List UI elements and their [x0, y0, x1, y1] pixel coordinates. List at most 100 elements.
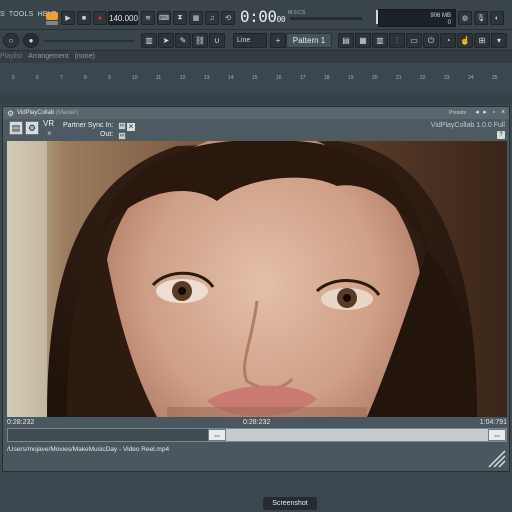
- arrangement-selector[interactable]: Arrangement: [28, 53, 68, 60]
- ruler-tick: 15: [252, 75, 258, 81]
- link-icon: ∞: [119, 133, 125, 139]
- online-button[interactable]: ◍: [458, 11, 472, 25]
- channel-rack-button[interactable]: ▦: [355, 33, 371, 48]
- rack-icon: ▦: [359, 36, 367, 45]
- plugin-title: VidPlayCollab: [17, 110, 55, 116]
- resize-grip-icon[interactable]: [487, 449, 507, 469]
- version-label: VidPlayCollab 1.0.0 Full: [430, 122, 505, 129]
- mixer-icon: ⫶: [396, 35, 398, 45]
- snap-dropdown[interactable]: Line: [233, 33, 267, 48]
- pattern-song-indicator: [46, 21, 58, 25]
- timeline-played-region: [8, 429, 226, 441]
- search-button[interactable]: ○: [3, 33, 19, 48]
- presets-menu[interactable]: Presets: [449, 107, 466, 119]
- ruler-tick: 9: [108, 75, 111, 81]
- document-icon: ▤: [11, 123, 21, 133]
- paint-tool-button[interactable]: ✎: [175, 33, 191, 48]
- vr-close-icon[interactable]: ×: [47, 129, 52, 138]
- ruler-tick: 8: [84, 75, 87, 81]
- polyphony-count: 0: [447, 20, 451, 26]
- help-button[interactable]: ?: [497, 131, 505, 139]
- snap-value: Line: [237, 37, 251, 44]
- master-pitch-slider[interactable]: [44, 40, 134, 42]
- pattern-song-toggle[interactable]: [46, 12, 58, 20]
- draw-tool-button[interactable]: ➤: [158, 33, 174, 48]
- countdown-button[interactable]: ⧗: [173, 11, 187, 25]
- plus-icon: +: [275, 36, 281, 45]
- vr-toggle[interactable]: VR: [43, 120, 54, 128]
- ruler-tick: 6: [36, 75, 39, 81]
- timeline-track[interactable]: ⇔ ⇔: [7, 428, 507, 442]
- timeline-current: 0:28:232: [243, 419, 271, 426]
- secondary-toolbar: ○ ● ▥ ➤ ✎ ⛓ ∪ Line + Pattern 1 ▤ ▦ ▥ ⫶ ▭…: [0, 30, 512, 51]
- menu-prefix[interactable]: S: [0, 11, 5, 18]
- ruler-tick: 5: [12, 75, 15, 81]
- clear-sync-button[interactable]: ×: [126, 122, 136, 132]
- add-pattern-button[interactable]: +: [270, 33, 286, 48]
- link-icon: ⛓: [194, 36, 206, 45]
- audio-button[interactable]: ◐: [490, 11, 504, 25]
- main-toolbar: STOOLSHELP ▶ ■ ● 140.000 ≋ ⌨ ⧗ ▦ ♫ ⟲ 0:0…: [0, 0, 512, 30]
- touch-controller-button[interactable]: ☝: [457, 33, 473, 48]
- video-frame[interactable]: [7, 141, 507, 417]
- ruler-tick: 10: [132, 75, 138, 81]
- menu-tools[interactable]: TOOLS: [9, 11, 34, 18]
- bulb-icon: ◔: [445, 36, 451, 45]
- playlist-track-lane[interactable]: [0, 93, 512, 105]
- prev-preset-icon[interactable]: ◂: [473, 109, 481, 117]
- ruler-tick: 24: [468, 75, 474, 81]
- file-path: /Users/mojave/Movies/MakeMusicDay - Vide…: [7, 446, 170, 453]
- file-button[interactable]: ▤: [9, 121, 23, 135]
- ruler-tick: 20: [372, 75, 378, 81]
- out-label: Out:: [100, 131, 114, 138]
- minimize-icon[interactable]: ▫: [490, 109, 498, 117]
- metronome-button[interactable]: ≋: [141, 11, 155, 25]
- master-level-meter: [290, 17, 362, 20]
- end-handle[interactable]: ⇔: [488, 429, 506, 441]
- tempo-display[interactable]: 140.000: [108, 11, 138, 25]
- blend-notes-button[interactable]: ♫: [205, 11, 219, 25]
- mic-button[interactable]: 🎙: [474, 11, 488, 25]
- sync-out-button[interactable]: ∞: [118, 132, 126, 140]
- magnet-button[interactable]: ∪: [209, 33, 225, 48]
- playhead-handle[interactable]: ⇔: [208, 429, 226, 441]
- timeline-end: 1:04:791: [479, 419, 507, 426]
- settings-button[interactable]: ⚙: [25, 121, 39, 135]
- ruler-tick: 17: [300, 75, 306, 81]
- play-button[interactable]: ▶: [61, 11, 75, 25]
- link-tool-button[interactable]: ⛓: [192, 33, 208, 48]
- master-volume-knob[interactable]: ●: [23, 33, 39, 48]
- sync-in-button[interactable]: ∞: [118, 122, 126, 130]
- time-main: 0:00: [240, 7, 277, 26]
- window-title: VidPlayCollab (Master): [17, 107, 78, 119]
- wait-input-button[interactable]: ⌨: [157, 11, 171, 25]
- tempo-tapper-button[interactable]: ◔: [440, 33, 456, 48]
- mixer-button[interactable]: ⫶: [389, 33, 405, 48]
- record-button[interactable]: ●: [93, 11, 107, 25]
- record-icon: ●: [97, 14, 103, 22]
- next-preset-icon[interactable]: ▸: [481, 109, 489, 117]
- more-button[interactable]: ▾: [491, 33, 507, 48]
- close-icon[interactable]: ×: [499, 109, 507, 117]
- ui-scale-button[interactable]: ⊞: [474, 33, 490, 48]
- input-icon: ⌨: [158, 15, 170, 22]
- step-icon: ▦: [192, 15, 200, 22]
- loop-record-button[interactable]: ⟲: [221, 11, 235, 25]
- song-time-display[interactable]: 0:0000: [240, 7, 286, 26]
- timeline-start: 0:28:232: [7, 419, 35, 426]
- playlist-ruler[interactable]: 5 6 7 8 9 10 11 12 13 14 15 16 17 18 19 …: [0, 63, 512, 93]
- drag-arrows-icon: ⇔: [492, 430, 502, 440]
- window-titlebar[interactable]: ⚙ VidPlayCollab (Master) Presets ◂ ▸ ▫ ×: [3, 107, 509, 119]
- playlist-view-button[interactable]: ▤: [338, 33, 354, 48]
- piano-roll-button[interactable]: ▥: [141, 33, 157, 48]
- plugin-picker-button[interactable]: ⏻: [423, 33, 439, 48]
- pattern-selector[interactable]: Pattern 1: [286, 33, 332, 48]
- browser-button[interactable]: ▭: [406, 33, 422, 48]
- link-icon: ∞: [119, 123, 125, 129]
- step-edit-button[interactable]: ▦: [189, 11, 203, 25]
- piano-view-button[interactable]: ▥: [372, 33, 388, 48]
- timeline-labels: 0:28:232 0:28:232 1:04:791: [7, 419, 507, 428]
- stop-button[interactable]: ■: [77, 11, 91, 25]
- mic-icon: 🎙: [476, 15, 486, 22]
- playlist-lower-lane[interactable]: [0, 472, 512, 512]
